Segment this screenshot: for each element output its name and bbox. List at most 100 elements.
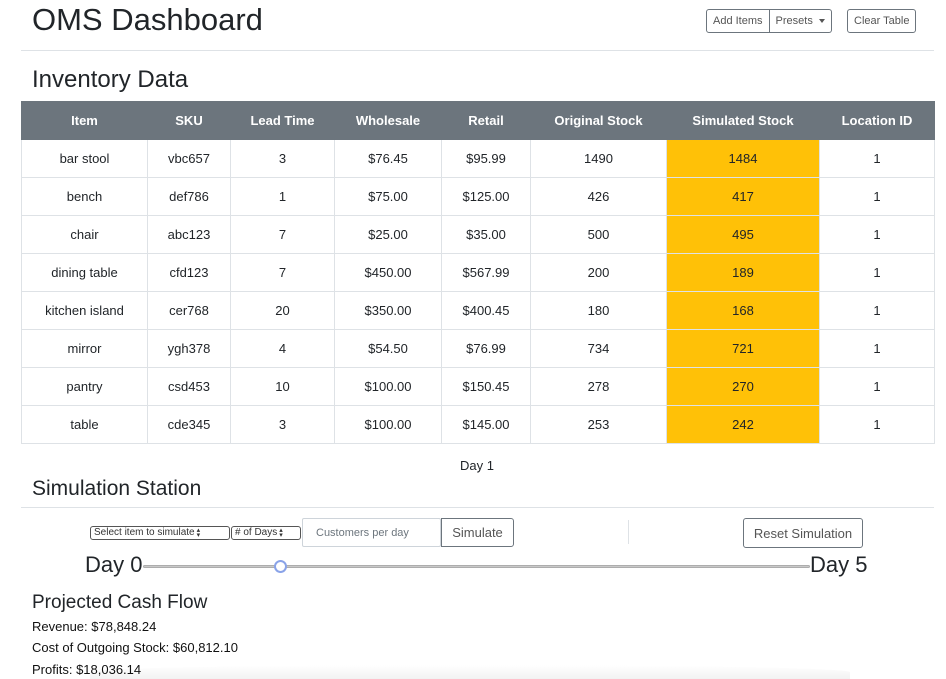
simulated-stock-cell: 270 (666, 367, 820, 406)
table-cell: cde345 (147, 405, 231, 444)
table-cell: 1 (819, 405, 935, 444)
simulation-title: Simulation Station (32, 477, 202, 500)
days-select-label: # of Days (235, 527, 278, 538)
table-cell: 7 (230, 215, 335, 254)
table-cell: $76.45 (334, 139, 442, 178)
table-cell: def786 (147, 177, 231, 216)
updown-arrows-icon: ▴ ▾ (279, 527, 283, 539)
table-cell: $75.00 (334, 177, 442, 216)
table-row: mirror ygh378 4 $54.50 $76.99 734 721 1 (21, 329, 935, 368)
table-cell: 4 (230, 329, 335, 368)
simulated-stock-cell: 721 (666, 329, 820, 368)
inventory-table: Item SKU Lead Time Wholesale Retail Orig… (21, 101, 935, 444)
table-cell: $95.99 (441, 139, 531, 178)
updown-arrows-icon: ▴ ▾ (196, 527, 201, 539)
table-cell: $76.99 (441, 329, 531, 368)
column-header: Original Stock (530, 101, 667, 140)
cash-flow-title: Projected Cash Flow (32, 592, 208, 613)
table-cell: mirror (21, 329, 148, 368)
inventory-title: Inventory Data (32, 66, 189, 93)
table-cell: $54.50 (334, 329, 442, 368)
table-row: bench def786 1 $75.00 $125.00 426 417 1 (21, 177, 935, 216)
table-cell: 3 (230, 139, 335, 178)
simulation-divider (21, 507, 934, 508)
table-cell: 7 (230, 253, 335, 292)
customers-per-day-input[interactable]: Customers per day (302, 518, 441, 547)
simulated-stock-cell: 189 (666, 253, 820, 292)
day-slider-track[interactable] (143, 565, 810, 568)
table-cell: $400.45 (441, 291, 531, 330)
item-select-label: Select item to simulate (94, 527, 195, 538)
item-select[interactable]: Select item to simulate ▴ ▾ (90, 526, 230, 540)
column-header: Wholesale (334, 101, 442, 140)
table-cell: cer768 (147, 291, 231, 330)
table-header-row: Item SKU Lead Time Wholesale Retail Orig… (21, 101, 935, 140)
table-cell: 1 (819, 139, 935, 178)
simulated-stock-cell: 242 (666, 405, 820, 444)
revenue-text: Revenue: $78,848.24 (32, 619, 157, 634)
table-cell: 1 (819, 177, 935, 216)
table-cell: $450.00 (334, 253, 442, 292)
table-cell: $25.00 (334, 215, 442, 254)
table-cell: dining table (21, 253, 148, 292)
column-header: Simulated Stock (666, 101, 820, 140)
table-cell: bar stool (21, 139, 148, 178)
table-cell: kitchen island (21, 291, 148, 330)
table-cell: abc123 (147, 215, 231, 254)
header-divider (21, 50, 934, 51)
table-cell: 1 (819, 329, 935, 368)
table-cell: 253 (530, 405, 667, 444)
table-cell: vbc657 (147, 139, 231, 178)
table-cell: 1 (819, 291, 935, 330)
simulated-stock-cell: 168 (666, 291, 820, 330)
table-row: kitchen island cer768 20 $350.00 $400.45 180 1… (21, 291, 935, 330)
table-cell: $350.00 (334, 291, 442, 330)
table-cell: $567.99 (441, 253, 531, 292)
table-row: pantry csd453 10 $100.00 $150.45 278 270 1 (21, 367, 935, 406)
reset-simulation-button[interactable]: Reset Simulation (743, 518, 863, 548)
bottom-shadow (90, 665, 850, 679)
presets-label: Presets (775, 15, 813, 27)
table-cell: $100.00 (334, 367, 442, 406)
table-cell: 1 (230, 177, 335, 216)
header-button-group: Add Items Presets (706, 9, 832, 33)
table-cell: 3 (230, 405, 335, 444)
days-select[interactable]: # of Days ▴ ▾ (231, 526, 301, 540)
column-header: SKU (147, 101, 231, 140)
day-slider-thumb[interactable] (274, 560, 287, 573)
day-start-label: Day 0 (85, 552, 143, 577)
presets-dropdown-button[interactable]: Presets (769, 9, 832, 33)
table-cell: 20 (230, 291, 335, 330)
simulated-stock-cell: 417 (666, 177, 820, 216)
table-cell: cfd123 (147, 253, 231, 292)
table-row: table cde345 3 $100.00 $145.00 253 242 1 (21, 405, 935, 444)
controls-divider (628, 520, 629, 544)
table-cell: csd453 (147, 367, 231, 406)
table-cell: ygh378 (147, 329, 231, 368)
column-header: Retail (441, 101, 531, 140)
table-row: dining table cfd123 7 $450.00 $567.99 200 189 1 (21, 253, 935, 292)
column-header: Item (21, 101, 148, 140)
table-cell: $100.00 (334, 405, 442, 444)
table-cell: 10 (230, 367, 335, 406)
table-cell: $125.00 (441, 177, 531, 216)
table-cell: 1490 (530, 139, 667, 178)
table-cell: table (21, 405, 148, 444)
table-cell: 500 (530, 215, 667, 254)
simulate-button[interactable]: Simulate (441, 518, 514, 547)
current-day-label: Day 1 (460, 458, 494, 473)
table-cell: 278 (530, 367, 667, 406)
page-title: OMS Dashboard (32, 2, 263, 37)
column-header: Location ID (819, 101, 935, 140)
table-cell: bench (21, 177, 148, 216)
table-cell: $145.00 (441, 405, 531, 444)
clear-table-button[interactable]: Clear Table (847, 9, 917, 33)
table-cell: 426 (530, 177, 667, 216)
table-cell: 1 (819, 367, 935, 406)
table-cell: 734 (530, 329, 667, 368)
cost-text: Cost of Outgoing Stock: $60,812.10 (32, 640, 238, 655)
simulated-stock-cell: 1484 (666, 139, 820, 178)
add-items-button[interactable]: Add Items (706, 9, 770, 33)
simulated-stock-cell: 495 (666, 215, 820, 254)
table-row: chair abc123 7 $25.00 $35.00 500 495 1 (21, 215, 935, 254)
